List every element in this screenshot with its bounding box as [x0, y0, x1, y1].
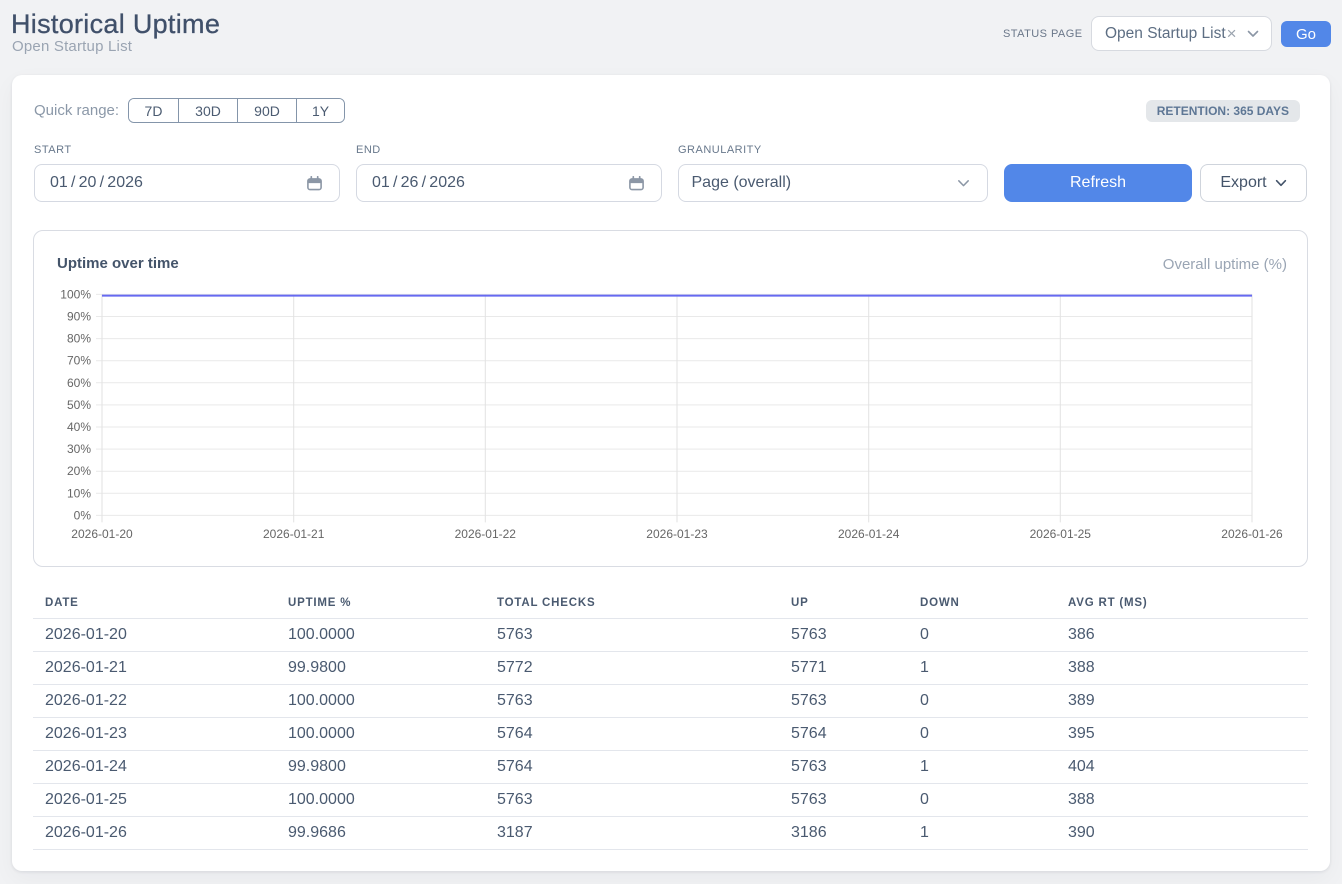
svg-text:40%: 40%: [67, 420, 91, 434]
svg-text:2026-01-25: 2026-01-25: [1030, 527, 1092, 541]
svg-text:2026-01-26: 2026-01-26: [1221, 527, 1283, 541]
svg-text:100%: 100%: [60, 287, 91, 301]
svg-text:80%: 80%: [67, 332, 91, 346]
svg-text:90%: 90%: [67, 310, 91, 324]
svg-text:70%: 70%: [67, 354, 91, 368]
svg-text:2026-01-20: 2026-01-20: [71, 527, 133, 541]
svg-text:2026-01-21: 2026-01-21: [263, 527, 325, 541]
svg-text:60%: 60%: [67, 376, 91, 390]
svg-text:2026-01-24: 2026-01-24: [838, 527, 900, 541]
svg-text:30%: 30%: [67, 442, 91, 456]
svg-text:20%: 20%: [67, 464, 91, 478]
svg-text:0%: 0%: [74, 508, 92, 522]
svg-text:2026-01-22: 2026-01-22: [455, 527, 517, 541]
svg-text:2026-01-23: 2026-01-23: [646, 527, 708, 541]
svg-text:10%: 10%: [67, 486, 91, 500]
svg-text:50%: 50%: [67, 398, 91, 412]
